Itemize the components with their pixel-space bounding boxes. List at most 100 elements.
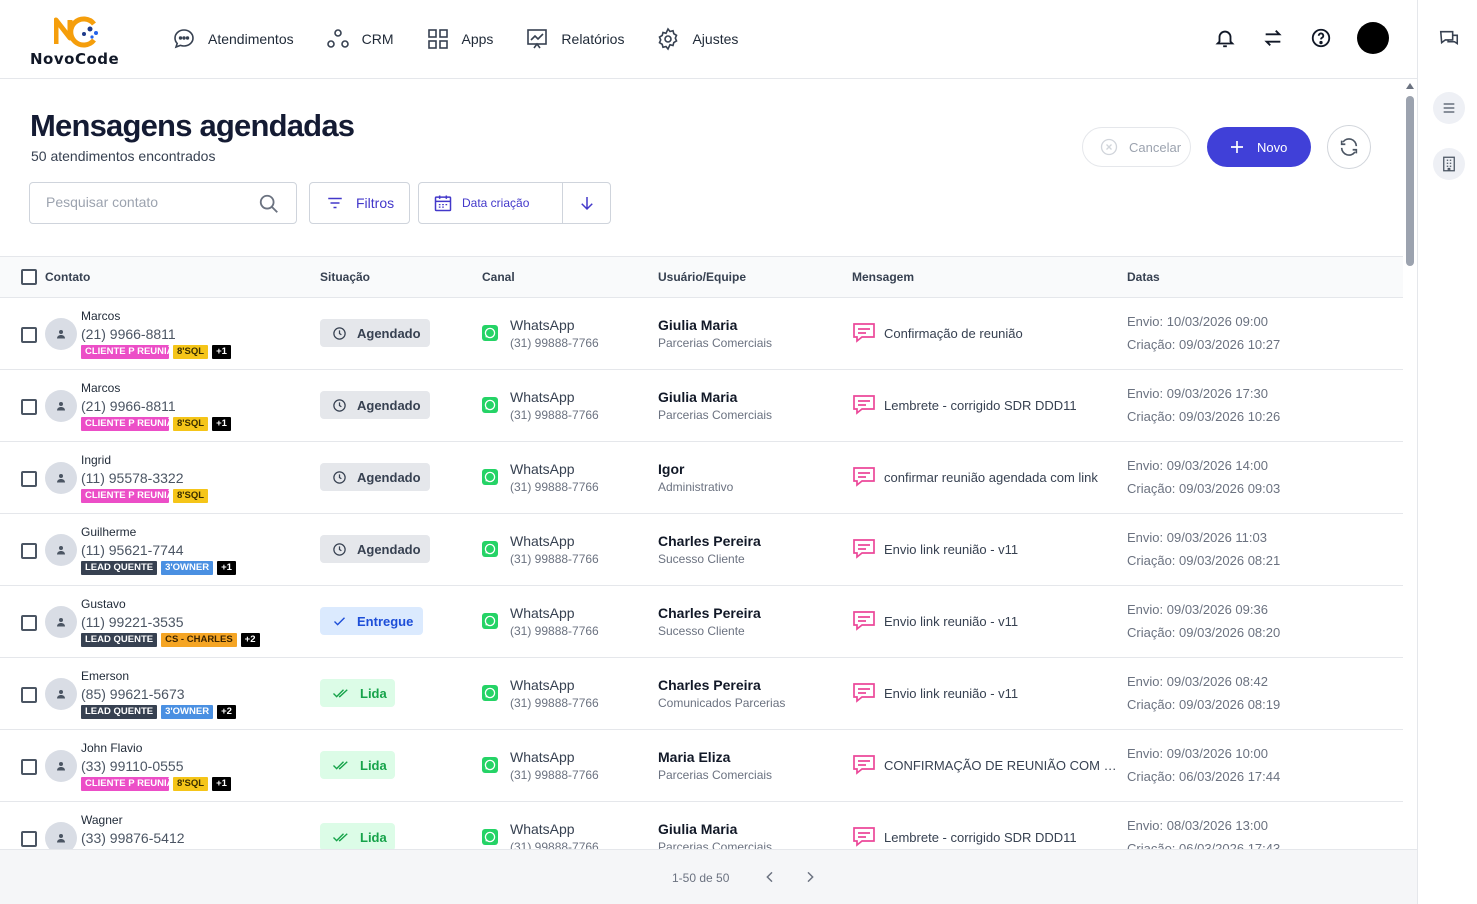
col-situacao[interactable]: Situação	[320, 270, 370, 284]
help-icon[interactable]	[1309, 26, 1333, 50]
message-text[interactable]: Envio link reunião - v11	[884, 542, 1120, 557]
sort-direction-button[interactable]	[563, 183, 610, 223]
chat-panel-icon[interactable]	[1438, 28, 1460, 55]
table-row[interactable]: Emerson (85) 99621-5673 LEAD QUENTE 3'OWN…	[0, 658, 1403, 730]
row-checkbox[interactable]	[21, 471, 37, 487]
message-text[interactable]: Envio link reunião - v11	[884, 686, 1120, 701]
send-date: Envio: 09/03/2026 10:00	[1127, 746, 1268, 761]
contact-avatar	[45, 462, 77, 494]
search-icon[interactable]	[258, 193, 280, 220]
contact-phone: (85) 99621-5673	[81, 686, 185, 702]
contact-tag: +1	[217, 561, 236, 575]
search-input[interactable]	[46, 194, 246, 210]
menu-list-icon[interactable]	[1433, 92, 1465, 124]
crm-nodes-icon	[326, 29, 349, 48]
contact-tag: 8'SQL	[173, 417, 209, 431]
contact-avatar	[45, 822, 77, 850]
nav-ajustes[interactable]: Ajustes	[656, 26, 738, 52]
message-text[interactable]: Envio link reunião - v11	[884, 614, 1120, 629]
logo-mark-icon	[54, 16, 98, 48]
contact-avatar	[45, 606, 77, 638]
row-checkbox[interactable]	[21, 759, 37, 775]
message-text[interactable]: CONFIRMAÇÃO DE REUNIÃO COM BRIEFING	[884, 758, 1120, 773]
created-date: Criação: 09/03/2026 10:26	[1127, 409, 1281, 424]
table-row[interactable]: Marcos (21) 9966-8811 CLIENTE P REUNIÃO 8…	[0, 298, 1403, 370]
scroll-thumb[interactable]	[1406, 96, 1414, 266]
clock-icon	[332, 542, 347, 557]
contact-name[interactable]: Guilherme	[81, 525, 136, 539]
whatsapp-icon	[482, 469, 498, 485]
message-icon	[852, 322, 876, 349]
message-icon	[852, 466, 876, 493]
nav-atendimentos[interactable]: Atendimentos	[172, 26, 294, 52]
scroll-up-arrow-icon[interactable]	[1406, 83, 1414, 89]
row-checkbox[interactable]	[21, 327, 37, 343]
notification-bell-icon[interactable]	[1213, 26, 1237, 50]
contact-phone: (11) 99221-3535	[81, 614, 184, 630]
table-row[interactable]: John Flavio (33) 99110-0555 CLIENTE P RE…	[0, 730, 1403, 802]
created-date: Criação: 09/03/2026 08:19	[1127, 697, 1281, 712]
contact-name[interactable]: Ingrid	[81, 453, 111, 467]
channel-phone: (31) 99888-7766	[510, 336, 599, 350]
user-avatar[interactable]	[1357, 22, 1389, 54]
person-icon	[57, 690, 65, 699]
col-contato[interactable]: Contato	[45, 270, 90, 284]
table-row[interactable]: Ingrid (11) 95578-3322 CLIENTE P REUNIÃO…	[0, 442, 1403, 514]
contact-name[interactable]: Wagner	[81, 813, 123, 827]
message-text[interactable]: Confirmação de reunião	[884, 326, 1120, 341]
contact-name[interactable]: Gustavo	[81, 597, 126, 611]
table-row[interactable]: Gustavo (11) 99221-3535 LEAD QUENTE CS - …	[0, 586, 1403, 658]
table-row[interactable]: Wagner (33) 99876-5412 Lida WhatsApp (31…	[0, 802, 1403, 850]
search-field[interactable]	[29, 182, 297, 224]
contact-name[interactable]: John Flavio	[81, 741, 142, 755]
cancel-button[interactable]: Cancelar	[1082, 127, 1191, 167]
table-row[interactable]: Guilherme (11) 95621-7744 LEAD QUENTE 3'O…	[0, 514, 1403, 586]
message-text[interactable]: Lembrete - corrigido SDR DDD11	[884, 398, 1120, 413]
table-row[interactable]: Marcos (21) 9966-8811 CLIENTE P REUNIÃO 8…	[0, 370, 1403, 442]
row-checkbox[interactable]	[21, 831, 37, 847]
message-text[interactable]: confirmar reunião agendada com link	[884, 470, 1120, 485]
row-checkbox[interactable]	[21, 543, 37, 559]
col-canal[interactable]: Canal	[482, 270, 515, 284]
contact-tag: CS - CHARLES	[161, 633, 237, 647]
nav-apps[interactable]: Apps	[426, 26, 493, 52]
nav-label: Atendimentos	[208, 31, 294, 47]
contact-name[interactable]: Emerson	[81, 669, 129, 683]
user-team: Comunicados Parcerias	[658, 696, 786, 710]
row-checkbox[interactable]	[21, 687, 37, 703]
channel-phone: (31) 99888-7766	[510, 552, 599, 566]
user-name: Giulia Maria	[658, 389, 738, 405]
col-usuario-equipe[interactable]: Usuário/Equipe	[658, 270, 746, 284]
new-button[interactable]: Novo	[1207, 127, 1311, 167]
contact-tag: +1	[212, 777, 231, 791]
select-all-checkbox[interactable]	[21, 269, 37, 285]
row-checkbox[interactable]	[21, 615, 37, 631]
user-team: Parcerias Comerciais	[658, 336, 773, 350]
send-date: Envio: 09/03/2026 11:03	[1127, 530, 1267, 545]
nav-crm[interactable]: CRM	[326, 26, 394, 52]
logo-text: NovoCode	[30, 50, 120, 68]
contact-tag: LEAD QUENTE	[81, 561, 158, 575]
vertical-scrollbar[interactable]	[1405, 80, 1415, 850]
switch-arrows-icon[interactable]	[1261, 26, 1285, 50]
nav-relatorios[interactable]: Relatórios	[525, 26, 624, 52]
status-badge: Lida	[320, 751, 395, 779]
building-icon[interactable]	[1433, 148, 1465, 180]
next-page-icon[interactable]	[802, 869, 818, 890]
brand-logo[interactable]: NovoCode	[30, 14, 126, 68]
filters-button[interactable]: Filtros	[309, 182, 410, 224]
refresh-button[interactable]	[1327, 125, 1371, 169]
date-field-button[interactable]: Data criação	[419, 183, 563, 223]
message-text[interactable]: Lembrete - corrigido SDR DDD11	[884, 830, 1120, 845]
row-checkbox[interactable]	[21, 399, 37, 415]
chat-bubble-icon	[174, 29, 194, 49]
person-icon	[57, 618, 65, 627]
col-mensagem[interactable]: Mensagem	[852, 270, 914, 284]
user-name: Charles Pereira	[658, 677, 761, 693]
prev-page-icon[interactable]	[762, 869, 778, 890]
contact-name[interactable]: Marcos	[81, 381, 120, 395]
contact-name[interactable]: Marcos	[81, 309, 120, 323]
whatsapp-icon	[482, 325, 498, 341]
contact-tag: +2	[217, 705, 236, 719]
col-datas[interactable]: Datas	[1127, 270, 1160, 284]
